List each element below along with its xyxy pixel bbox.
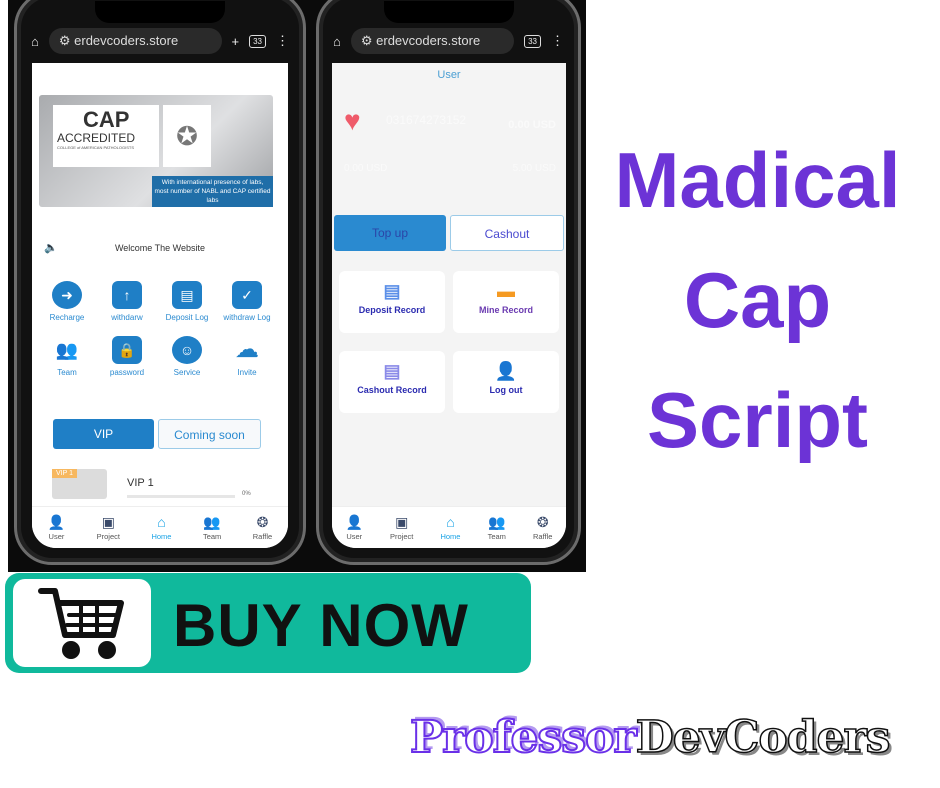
seal-icon: ✪ xyxy=(163,105,211,167)
headset-icon: ☺ xyxy=(172,336,202,364)
topup-button[interactable]: Top up xyxy=(334,215,446,251)
user-id: 031674273152 xyxy=(386,113,467,127)
cashout-record-icon: ▤ xyxy=(383,361,401,381)
browser-bar: ⌂ ⚙ erdevcoders.store + 33 ⋮ xyxy=(17,19,303,63)
banner: CAP ACCREDITED COLLEGE of AMERICAN PATHOLO… xyxy=(39,95,273,207)
cart-box xyxy=(13,579,151,667)
user-icon: 👤 xyxy=(345,514,363,530)
record-cards: ▤ Deposit Record ▬ Mine Record ▤ Cashout Re… xyxy=(339,271,559,413)
nav-team[interactable]: 👥 Team xyxy=(203,514,221,541)
home-screen: CAP ACCREDITED COLLEGE of AMERICAN PATHOLO… xyxy=(32,63,288,548)
tab-coming-soon[interactable]: Coming soon xyxy=(158,419,261,449)
bottom-nav: 👤 User ▣ Project ⌂ Home 👥 Team ❂ Raffle xyxy=(32,506,288,548)
bottom-nav: 👤 User ▣ Project ⌂ Home 👥 Team ❂ Raffle xyxy=(332,506,566,548)
menu-icon[interactable]: ⋮ xyxy=(551,33,564,49)
action-team[interactable]: 👥 Team xyxy=(37,336,97,377)
home-icon[interactable]: ⌂ xyxy=(333,34,341,49)
tabs-button[interactable]: 33 xyxy=(524,34,541,48)
wheel-icon: ❂ xyxy=(536,514,549,530)
action-recharge[interactable]: ➜ Recharge xyxy=(37,281,97,322)
left-value: 0.00 USD xyxy=(344,163,388,174)
brand-logo: ProfessorDevCoders xyxy=(409,711,891,764)
new-tab-icon[interactable]: + xyxy=(232,34,240,49)
nav-team[interactable]: 👥 Team xyxy=(488,514,506,541)
deposit-record-card[interactable]: ▤ Deposit Record xyxy=(339,271,445,333)
card-icon: ▬ xyxy=(497,281,515,301)
vip-progress-bar xyxy=(127,495,235,498)
folder-icon: ▣ xyxy=(395,514,409,530)
logout-card[interactable]: 👤 Log out xyxy=(453,351,559,413)
document-icon: ▤ xyxy=(383,281,401,301)
wheel-icon: ❂ xyxy=(256,514,269,530)
user-screen: User ♥ 031674273152 0.00 USD 0.00 USD 5.… xyxy=(332,63,566,548)
nav-project[interactable]: ▣ Project xyxy=(390,514,413,541)
vip-item[interactable]: VIP 1 VIP 1 0% xyxy=(52,469,272,499)
page-title: User xyxy=(437,69,461,81)
nav-raffle[interactable]: ❂ Raffle xyxy=(533,514,552,541)
welcome-text: Welcome The Website xyxy=(114,243,206,253)
medical-heart-icon: ♥ xyxy=(344,105,361,136)
home-icon[interactable]: ⌂ xyxy=(31,34,39,49)
phone-user: ⌂ ⚙ erdevcoders.store 33 ⋮ User ♥ 031674… xyxy=(316,0,581,565)
right-value: 5.00 USD xyxy=(512,163,556,174)
banner-caption: With international presence of labs, mos… xyxy=(152,176,273,207)
user-actions: Top up Cashout xyxy=(334,215,564,251)
user-info: ♥ 031674273152 0.00 USD 0.00 USD 5.00 US… xyxy=(344,105,556,175)
tabs-button[interactable]: 33 xyxy=(249,34,266,48)
vip-progress-text: 0% xyxy=(242,491,251,497)
url-text: erdevcoders.store xyxy=(74,33,179,48)
action-invite[interactable]: ☁ Invite xyxy=(217,336,277,377)
vip-title: VIP 1 xyxy=(127,477,154,489)
nav-user[interactable]: 👤 User xyxy=(48,514,65,541)
action-service[interactable]: ☺ Service xyxy=(157,336,217,377)
lock-icon: 🔒 xyxy=(112,336,142,364)
user-icon: 👤 xyxy=(47,514,66,530)
nav-home[interactable]: ⌂ Home xyxy=(440,514,460,541)
shopping-cart-icon xyxy=(38,588,124,659)
team-icon: 👥 xyxy=(203,514,221,530)
mine-record-card[interactable]: ▬ Mine Record xyxy=(453,271,559,333)
recharge-icon: ➜ xyxy=(52,281,82,309)
phone-home: ⌂ ⚙ erdevcoders.store + 33 ⋮ CAP ACCREDIT… xyxy=(14,0,306,565)
cloud-icon: ☁ xyxy=(235,336,259,363)
url-field[interactable]: ⚙ erdevcoders.store xyxy=(48,28,222,54)
browser-bar: ⌂ ⚙ erdevcoders.store 33 ⋮ xyxy=(319,19,578,63)
url-text: erdevcoders.store xyxy=(376,33,481,48)
nav-project[interactable]: ▣ Project xyxy=(97,514,120,541)
vip-tabs: VIP Coming soon xyxy=(53,419,261,449)
buy-now-label: BUY NOW xyxy=(173,592,469,659)
headline: Madical Cap Script xyxy=(590,120,925,480)
deposit-log-icon: ▤ xyxy=(172,281,202,309)
cap-logo: CAP ACCREDITED COLLEGE of AMERICAN PATHOLO… xyxy=(53,105,159,167)
headline-line-2: Cap xyxy=(683,256,832,344)
folder-icon: ▣ xyxy=(101,514,115,530)
nav-user[interactable]: 👤 User xyxy=(346,514,363,541)
withdraw-icon: ↑ xyxy=(112,281,142,309)
home-icon: ⌂ xyxy=(446,514,455,530)
withdraw-log-icon: ✓ xyxy=(232,281,262,309)
logout-icon: 👤 xyxy=(494,361,518,381)
vip-tag: VIP 1 xyxy=(52,469,77,478)
cashout-button[interactable]: Cashout xyxy=(450,215,564,251)
action-withdraw[interactable]: ↑ withdarw xyxy=(97,281,157,322)
brand-part-2: DevCoders xyxy=(635,711,891,764)
nav-home[interactable]: ⌂ Home xyxy=(151,514,171,541)
tab-vip[interactable]: VIP xyxy=(53,419,154,449)
headline-line-3: Script xyxy=(646,376,869,464)
action-deposit-log[interactable]: ▤ Deposit Log xyxy=(157,281,217,322)
cashout-record-card[interactable]: ▤ Cashout Record xyxy=(339,351,445,413)
home-icon: ⌂ xyxy=(157,514,166,530)
buy-now-button[interactable]: BUY NOW xyxy=(5,573,531,673)
headline-line-1: Madical xyxy=(614,136,901,224)
url-field[interactable]: ⚙ erdevcoders.store xyxy=(350,28,515,54)
team-icon: 👥 xyxy=(488,514,506,530)
action-withdraw-log[interactable]: ✓ withdraw Log xyxy=(217,281,277,322)
action-grid: ➜ Recharge ↑ withdarw ▤ Deposit Log ✓ withdr… xyxy=(37,281,277,377)
action-password[interactable]: 🔒 password xyxy=(97,336,157,377)
brand-part-1: Professor xyxy=(409,711,638,764)
menu-icon[interactable]: ⋮ xyxy=(276,33,289,49)
nav-raffle[interactable]: ❂ Raffle xyxy=(253,514,272,541)
balance-value: 0.00 USD xyxy=(508,119,556,131)
team-icon: 👥 xyxy=(55,340,79,360)
